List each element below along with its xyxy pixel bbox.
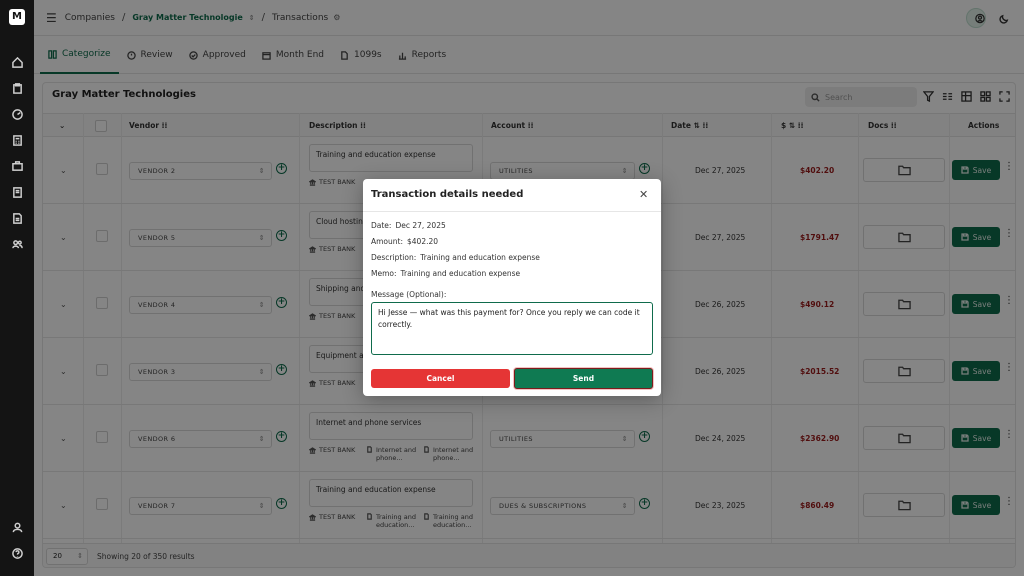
book-icon[interactable] [10,185,24,199]
home-icon[interactable] [10,55,24,69]
gauge-icon[interactable] [10,107,24,121]
close-icon[interactable]: ✕ [639,188,648,201]
transaction-details-modal: Transaction details needed ✕ Date: Dec 27… [363,179,661,396]
modal-amount: Amount: $402.20 [371,237,439,246]
modal-title: Transaction details needed [371,189,524,200]
sidebar: M [0,0,34,576]
message-textarea[interactable]: Hi Jesse — what was this payment for? On… [371,302,653,355]
message-label: Message (Optional): [371,290,447,299]
modal-date: Date: Dec 27, 2025 [371,221,446,230]
briefcase-icon[interactable] [10,159,24,173]
app-logo[interactable]: M [9,9,25,25]
users-icon[interactable] [10,237,24,251]
modal-description: Description: Training and education expen… [371,253,540,262]
profile-icon[interactable] [10,520,24,534]
clipboard-icon[interactable] [10,81,24,95]
send-button[interactable]: Send [514,368,653,389]
help-icon[interactable] [10,546,24,560]
modal-memo: Memo: Training and education expense [371,269,521,278]
cancel-button[interactable]: Cancel [371,369,510,388]
modal-divider [363,211,661,212]
document-icon[interactable] [10,211,24,225]
calculator-icon[interactable] [10,133,24,147]
